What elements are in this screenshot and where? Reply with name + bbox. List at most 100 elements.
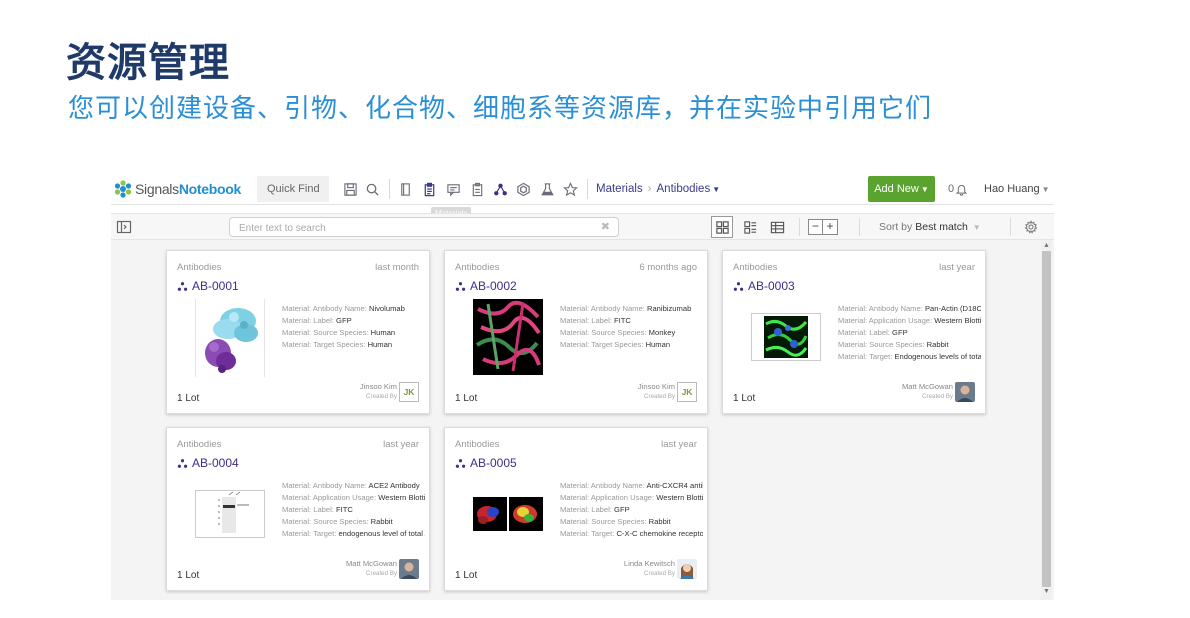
avatar — [399, 559, 419, 579]
sort-dropdown[interactable]: Sort by Best match ▼ — [879, 214, 981, 241]
molecule-icon[interactable] — [490, 179, 510, 199]
user-menu[interactable]: Hao Huang ▼ — [984, 173, 1050, 205]
card-title-link[interactable]: AB-0002 — [455, 279, 517, 293]
clear-icon[interactable]: ✖ — [601, 220, 610, 233]
cell-fluorescence-image — [473, 496, 543, 532]
nav-divider — [389, 179, 390, 199]
material-card[interactable]: Antibodies 6 months ago AB-0002 Material… — [444, 250, 708, 414]
zoom-control: − + — [808, 219, 838, 235]
card-title-link[interactable]: AB-0003 — [733, 279, 795, 293]
material-card[interactable]: Antibodies last year AB-0004 Material: A… — [166, 427, 430, 591]
card-time: last year — [939, 262, 975, 273]
molecule-icon — [177, 281, 188, 291]
card-time: last month — [375, 262, 419, 273]
creator-info: Matt McGowan Created By — [345, 559, 397, 577]
breadcrumb-antibodies[interactable]: Antibodies ▼ — [657, 183, 721, 195]
toolbar-divider — [799, 218, 800, 236]
breadcrumb: Materials › Antibodies ▼ — [596, 173, 720, 205]
notification-count: 0 — [948, 183, 955, 195]
app-window: SignalsNotebook Quick Find Materials › A… — [111, 173, 1054, 600]
cell-microscopy-image — [751, 313, 821, 361]
protein-structure-image — [195, 299, 265, 377]
molecule-icon — [733, 281, 744, 291]
search-box: ✖ — [229, 217, 619, 238]
top-nav-bar: SignalsNotebook Quick Find Materials › A… — [111, 173, 1054, 205]
card-title-link[interactable]: AB-0004 — [177, 456, 239, 470]
molecule-icon — [455, 458, 466, 468]
scrollbar-thumb[interactable] — [1042, 251, 1051, 587]
avatar — [677, 559, 697, 579]
chat-icon[interactable] — [443, 179, 463, 199]
card-type: Antibodies — [733, 262, 778, 273]
zoom-out-button[interactable]: − — [808, 219, 823, 235]
card-properties: Material: Antibody Name: Anti-CXCR4 anti… — [560, 481, 703, 538]
breadcrumb-materials[interactable]: Materials — [596, 183, 643, 195]
card-time: last year — [383, 439, 419, 450]
table-view-icon[interactable] — [766, 216, 788, 238]
slide-subtitle: 您可以创建设备、引物、化合物、细胞系等资源库，并在实验中引用它们 — [68, 94, 933, 124]
avatar: JK — [677, 382, 697, 402]
card-type: Antibodies — [455, 262, 500, 273]
search-icon[interactable] — [362, 179, 382, 199]
card-properties: Material: Antibody Name: Ranibizumab Mat… — [560, 304, 692, 349]
creator-info: Matt McGowan Created By — [901, 382, 953, 400]
material-card[interactable]: Antibodies last month AB-0001 Material: … — [166, 250, 430, 414]
creator-info: Jinsoo Kim Created By — [359, 382, 397, 400]
toolbar-divider — [859, 218, 860, 236]
material-card[interactable]: Antibodies last year AB-0005 Material: A… — [444, 427, 708, 591]
molecule-icon — [177, 458, 188, 468]
material-card[interactable]: Antibodies last year AB-0003 Material: A… — [722, 250, 986, 414]
scroll-up-arrow-icon[interactable]: ▲ — [1043, 242, 1050, 249]
checklist-icon[interactable] — [467, 179, 487, 199]
card-view-icon[interactable] — [739, 216, 761, 238]
logo[interactable]: SignalsNotebook — [113, 178, 241, 200]
caret-down-icon: ▼ — [972, 223, 981, 232]
flask-icon[interactable] — [537, 179, 557, 199]
bell-icon — [955, 184, 968, 196]
avatar — [955, 382, 975, 402]
lot-count: 1 Lot — [455, 570, 478, 581]
card-type: Antibodies — [177, 262, 222, 273]
hexagon-icon[interactable] — [513, 179, 533, 199]
card-properties: Material: Antibody Name: Pan-Actin (D18C… — [838, 304, 981, 361]
search-input[interactable] — [230, 219, 580, 238]
caret-down-icon: ▼ — [920, 185, 929, 194]
logo-text: SignalsNotebook — [135, 181, 241, 197]
card-title-link[interactable]: AB-0005 — [455, 456, 517, 470]
card-type: Antibodies — [177, 439, 222, 450]
caret-down-icon: ▼ — [712, 185, 721, 194]
notebook-icon[interactable] — [395, 179, 415, 199]
toolbar-divider — [1010, 218, 1011, 236]
lot-count: 1 Lot — [733, 393, 756, 404]
notifications[interactable]: 0 — [948, 173, 968, 205]
chevron-right-icon: › — [647, 183, 652, 195]
scroll-down-arrow-icon[interactable]: ▼ — [1043, 588, 1050, 595]
lot-count: 1 Lot — [177, 393, 200, 404]
slide-title: 资源管理 — [66, 39, 230, 86]
clipboard-icon[interactable] — [419, 179, 439, 199]
quick-find-input[interactable]: Quick Find — [257, 176, 329, 202]
card-time: last year — [661, 439, 697, 450]
creator-info: Linda Kewitsch Created By — [623, 559, 675, 577]
card-title-link[interactable]: AB-0001 — [177, 279, 239, 293]
card-properties: Material: Antibody Name: ACE2 Antibody M… — [282, 481, 425, 538]
creator-info: Jinsoo Kim Created By — [637, 382, 675, 400]
list-toolbar: ✖ − + Sort byBest match▼ — [111, 213, 1054, 240]
lot-count: 1 Lot — [177, 570, 200, 581]
gear-icon[interactable] — [1024, 220, 1038, 234]
nav-divider — [587, 179, 588, 199]
add-new-button[interactable]: Add New ▼ — [868, 176, 935, 202]
zoom-in-button[interactable]: + — [823, 219, 838, 235]
panel-toggle-icon[interactable] — [116, 219, 132, 235]
protein-ribbon-image — [473, 299, 543, 375]
star-icon[interactable] — [560, 179, 580, 199]
materials-grid: Antibodies last month AB-0001 Material: … — [111, 240, 1054, 600]
lot-count: 1 Lot — [455, 393, 478, 404]
grid-view-icon[interactable] — [711, 216, 733, 238]
avatar: JK — [399, 382, 419, 402]
logo-icon — [114, 180, 132, 198]
save-icon[interactable] — [340, 179, 360, 199]
card-time: 6 months ago — [639, 262, 697, 273]
molecule-icon — [455, 281, 466, 291]
western-blot-image — [195, 490, 265, 538]
